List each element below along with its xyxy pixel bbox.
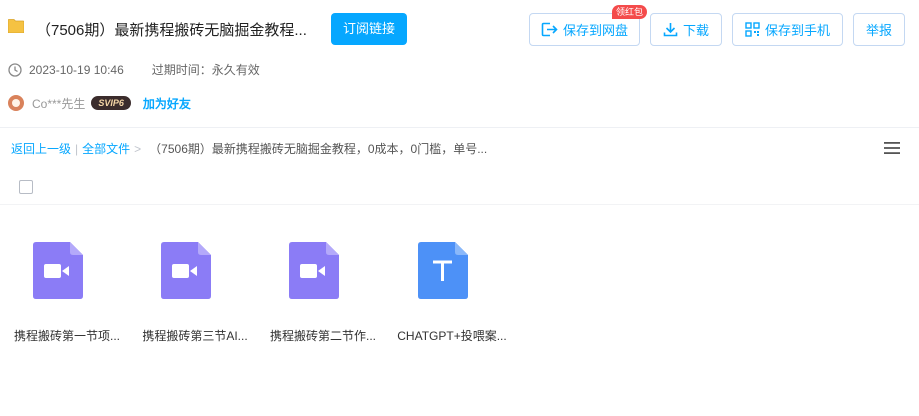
avatar[interactable] [8, 95, 24, 111]
file-item[interactable]: 携程搬砖第一节项... [3, 242, 131, 352]
file-name[interactable]: 携程搬砖第一节项... [3, 327, 131, 344]
share-title: （7506期）最新携程搬砖无脑掘金教程... [36, 22, 307, 39]
breadcrumb: 返回上一级 | 全部文件 > （7506期）最新携程搬砖无脑掘金教程，0成本，0… [11, 140, 487, 157]
breadcrumb-arrow: > [134, 141, 142, 156]
select-all-checkbox[interactable] [19, 180, 33, 194]
save-label: 保存到网盘 [562, 23, 628, 38]
download-label: 下载 [682, 23, 709, 38]
divider [0, 204, 919, 205]
file-name[interactable]: 携程搬砖第三节AI... [131, 327, 259, 344]
file-item[interactable]: 携程搬砖第二节作... [259, 242, 387, 352]
header: （7506期）最新携程搬砖无脑掘金教程... 订阅链接 保存到网盘 领红包 下载… [0, 0, 919, 60]
divider [0, 127, 919, 128]
subscribe-button[interactable]: 订阅链接 [331, 13, 407, 45]
download-button[interactable]: 下载 [650, 13, 722, 46]
add-friend-link[interactable]: 加为好友 [143, 95, 191, 112]
back-link[interactable]: 返回上一级 [11, 140, 71, 157]
sharer-info: Co***先生 SVIP6 加为好友 [8, 94, 191, 112]
breadcrumb-separator: | [75, 141, 79, 156]
current-folder: （7506期）最新携程搬砖无脑掘金教程，0成本，0门槛，单号... [149, 142, 488, 156]
file-name[interactable]: 携程搬砖第二节作... [259, 327, 387, 344]
file-item[interactable]: 携程搬砖第三节AI... [131, 242, 259, 352]
sharer-name: Co***先生 [32, 96, 86, 111]
folder-icon [8, 19, 24, 33]
meta-info: 2023-10-19 10:46 过期时间： 永久有效 [8, 61, 260, 78]
file-item[interactable]: CHATGPT+投喂案... [388, 242, 516, 352]
list-view-icon[interactable] [884, 141, 900, 155]
save-to-phone-label: 保存到手机 [764, 23, 830, 38]
text-file-icon [418, 242, 468, 299]
clock-icon [8, 62, 22, 77]
file-name[interactable]: CHATGPT+投喂案... [388, 327, 516, 344]
save-to-phone-button[interactable]: 保存到手机 [732, 13, 843, 46]
save-icon [541, 22, 558, 37]
qrcode-icon [745, 22, 760, 37]
video-file-icon [289, 242, 339, 299]
vip-badge: SVIP6 [91, 96, 131, 110]
download-icon [663, 23, 678, 37]
all-files-link[interactable]: 全部文件 [82, 140, 130, 157]
share-date: 2023-10-19 10:46 [29, 62, 124, 77]
video-file-icon [33, 242, 83, 299]
expiry-value: 永久有效 [211, 63, 260, 77]
video-file-icon [161, 242, 211, 299]
red-packet-badge[interactable]: 领红包 [612, 5, 648, 19]
report-button[interactable]: 举报 [853, 13, 905, 46]
expiry-label: 过期时间： [151, 63, 212, 77]
